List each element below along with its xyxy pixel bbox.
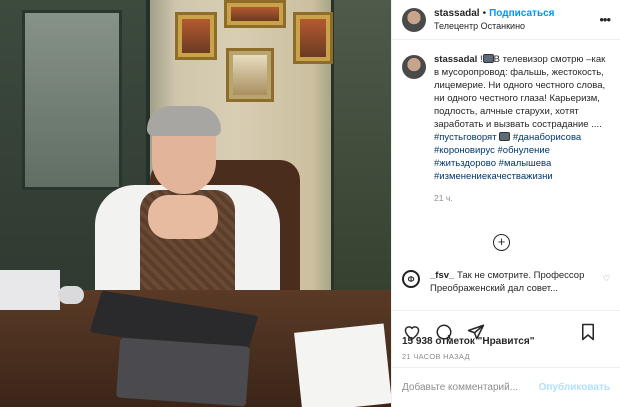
photo-tablet [116, 337, 250, 407]
bookmark-icon[interactable] [578, 322, 598, 342]
hashtag-link[interactable]: #малышева [499, 158, 552, 169]
commenter-avatar[interactable]: Ф [402, 270, 420, 288]
follow-button[interactable]: Подписаться [489, 8, 554, 19]
post-header: stassadal • Подписаться Телецентр Останкин… [392, 0, 620, 40]
caption-time: 21 ч. [434, 193, 453, 203]
comment-username[interactable]: _fsv_ [430, 270, 454, 281]
add-comment-bar: Опубликовать [392, 367, 620, 407]
photo-icon-frame [293, 12, 333, 64]
caption: stassadal ! В телевизор смотрю –как в мус… [392, 41, 620, 183]
photo-bookcase-right [331, 0, 391, 300]
photo-icon-frame [224, 0, 286, 28]
photo-icon-frame [226, 48, 274, 102]
post-photo[interactable] [0, 0, 391, 407]
comment-text: Так не смотрите. Профессор Преображенски… [430, 270, 585, 294]
hashtag-link[interactable]: #житьздорово [434, 158, 496, 169]
hashtag-link[interactable]: #данаборисова [513, 132, 581, 143]
photo-papers [294, 323, 391, 407]
post-side-panel: stassadal • Подписаться Телецентр Останкин… [391, 0, 620, 407]
instagram-post: stassadal • Подписаться Телецентр Останкин… [0, 0, 620, 407]
more-icon[interactable]: ••• [599, 12, 611, 27]
comment-body: _fsv_ Так не смотрите. Профессор Преобра… [430, 269, 610, 295]
caption-body: stassadal ! В телевизор смотрю –как в мус… [434, 53, 610, 183]
hashtag-link[interactable]: #пустьговорят [434, 132, 497, 143]
photo-icon-frame [175, 12, 217, 60]
caption-username[interactable]: stassadal [434, 54, 477, 65]
posted-ago: 21 ЧАСОВ НАЗАД [402, 352, 470, 361]
comments-area: stassadal ! В телевизор смотрю –как в мус… [392, 41, 620, 307]
photo-hands [148, 195, 218, 239]
likes-count[interactable]: 15 938 отметок "Нравится" [402, 336, 534, 347]
plus-circle-icon[interactable]: + [493, 234, 510, 251]
hashtag-link[interactable]: #изменениекачестважизни [434, 171, 553, 182]
photo-mouse [58, 286, 84, 304]
header-separator: • [482, 7, 487, 19]
tv-emoji-icon [482, 54, 494, 63]
photo-hair [147, 106, 221, 136]
header-text: stassadal • Подписаться Телецентр Останкин… [434, 7, 555, 33]
location-link[interactable]: Телецентр Останкино [434, 20, 555, 33]
comment-input[interactable] [402, 382, 539, 393]
comment-like-icon[interactable]: ♡ [603, 274, 610, 283]
header-username[interactable]: stassadal [434, 8, 480, 19]
hashtag-link[interactable]: #короновирус [434, 145, 495, 156]
hashtag-link[interactable]: #обнуление [498, 145, 550, 156]
avatar[interactable] [402, 7, 426, 32]
caption-avatar[interactable] [402, 55, 426, 79]
photo-notebook [0, 270, 60, 310]
publish-button[interactable]: Опубликовать [539, 382, 610, 393]
tv-emoji-icon [499, 132, 511, 141]
caption-text: В телевизор смотрю –как в мусоропровод: … [434, 54, 606, 130]
comment-item: Ф _fsv_ Так не смотрите. Профессор Преоб… [402, 269, 610, 295]
